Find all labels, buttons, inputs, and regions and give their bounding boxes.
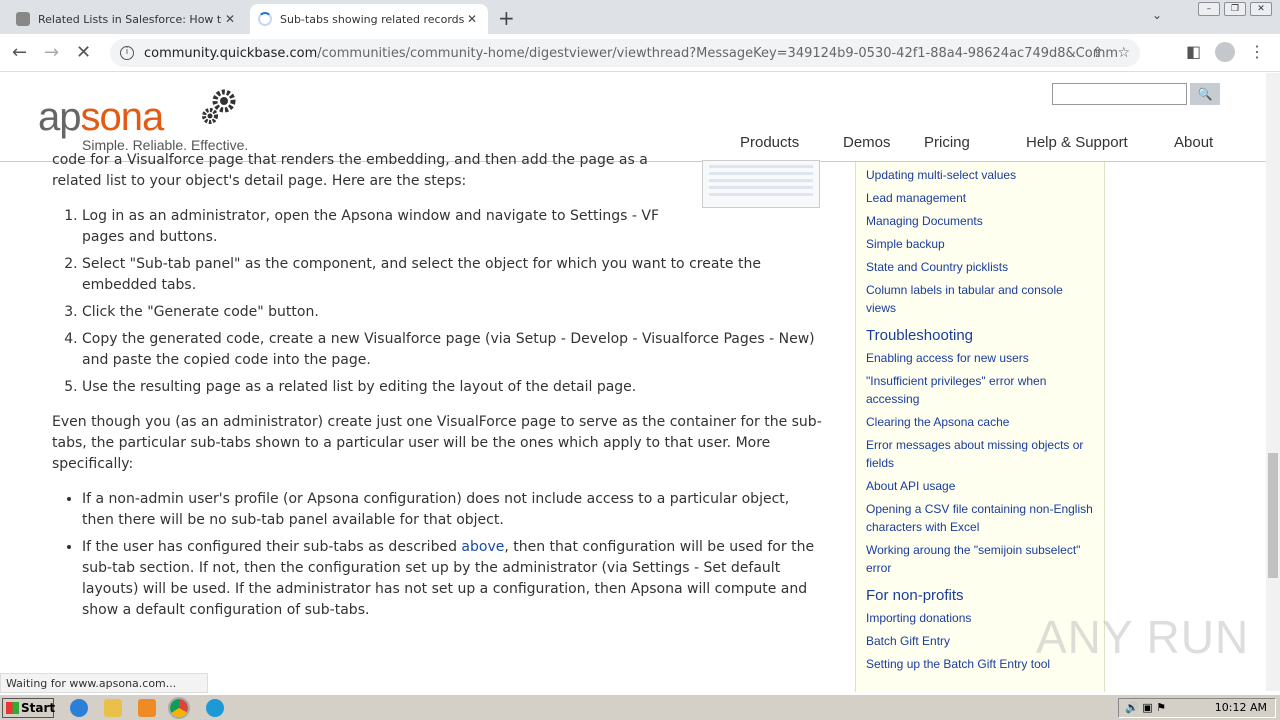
close-tab-icon[interactable]: ✕ [464,12,480,26]
window-controls: – ❐ ✕ [1198,2,1272,16]
sidebar-link[interactable]: Column labels in tabular and console vie… [866,281,1094,317]
url-path: /communities/community-home/digestviewer… [317,45,1118,61]
sidebar-link[interactable]: Clearing the Apsona cache [866,413,1094,431]
apsona-logo[interactable]: apsona [38,95,164,140]
page-scrollbar[interactable] [1266,73,1280,691]
sidebar-link[interactable]: Error messages about missing objects or … [866,436,1094,472]
sidebar-link[interactable]: State and Country picklists [866,258,1094,276]
minimize-icon[interactable]: – [1198,2,1220,16]
edge-icon[interactable] [206,699,224,717]
stop-icon[interactable]: ✕ [76,42,91,63]
steps-list: Log in as an administrator, open the Aps… [52,206,822,398]
nav-help-support[interactable]: Help & Support [1026,134,1174,151]
sidebar-link[interactable]: "Insufficient privileges" error when acc… [866,372,1094,408]
sidebar-heading-troubleshooting: Troubleshooting [866,327,974,344]
sidebar-link[interactable]: Managing Documents [866,212,1094,230]
bookmark-star-icon[interactable]: ☆ [1117,45,1130,61]
tab-search-icon[interactable]: ⌄ [1152,8,1162,22]
bullet-item: If a non-admin user's profile (or Apsona… [82,489,822,531]
back-icon[interactable]: ← [12,42,27,63]
close-window-icon[interactable]: ✕ [1250,2,1272,16]
apsona-favicon [16,12,30,26]
browser-toolbar: ← → ✕ i community.quickbase.com /communi… [0,34,1280,72]
sidebar-link[interactable]: Working aroung the "semijoin subselect" … [866,541,1094,577]
nav-products[interactable]: Products [740,134,843,151]
tab-title: Sub-tabs showing related records - / [280,12,464,26]
sidebar-link[interactable]: Simple backup [866,235,1094,253]
intro-paragraph: code for a Visualforce page that renders… [52,152,648,189]
explanation-paragraph: Even though you (as an administrator) cr… [52,414,822,472]
status-bar: Waiting for www.apsona.com... [0,673,208,693]
restore-icon[interactable]: ❐ [1224,2,1246,16]
explorer-icon[interactable] [104,699,122,717]
details-list: If a non-admin user's profile (or Apsona… [52,489,822,621]
site-search-button[interactable]: 🔍 [1190,83,1220,105]
chrome-icon[interactable] [168,697,190,719]
step-item: Copy the generated code, create a new Vi… [82,329,822,371]
nav-demos[interactable]: Demos [843,134,924,151]
ie-icon[interactable] [70,699,88,717]
step-item: Select "Sub-tab panel" as the component,… [82,254,822,296]
tab-related-lists[interactable]: Related Lists in Salesforce: How to S ✕ [8,4,246,34]
browser-tab-bar: Related Lists in Salesforce: How to S ✕ … [0,0,1280,34]
start-button[interactable]: Start [2,698,55,718]
tab-sub-tabs[interactable]: Sub-tabs showing related records - / ✕ [250,4,488,34]
address-bar[interactable]: i community.quickbase.com /communities/c… [110,39,1140,67]
share-icon[interactable]: ⇪ [1092,45,1104,61]
nav-about[interactable]: About [1174,134,1213,151]
profile-avatar-icon[interactable] [1215,42,1236,62]
bullet-item: If the user has configured their sub-tab… [82,537,822,621]
site-info-icon[interactable]: i [120,46,134,60]
menu-kebab-icon[interactable]: ⋮ [1249,42,1265,62]
nav-pricing[interactable]: Pricing [924,134,1026,151]
forward-icon[interactable]: → [44,42,59,63]
main-navigation: Products Demos Pricing Help & Support Ab… [740,134,1213,151]
url-host: community.quickbase.com [144,45,318,61]
windows-taskbar: Start 🔊 ▣ ⚑ 10:12 AM [0,694,1280,720]
sidebar-heading-nonprofits: For non-profits [866,587,964,604]
scrollbar-thumb[interactable] [1268,453,1278,578]
system-tray: 🔊 ▣ ⚑ 10:12 AM [1118,698,1276,718]
site-search-input[interactable] [1052,83,1187,105]
sidebar-link[interactable]: About API usage [866,477,1094,495]
step-item: Log in as an administrator, open the Aps… [82,206,677,248]
article-content: code for a Visualforce page that renders… [52,150,822,635]
step-item: Click the "Generate code" button. [82,302,822,323]
side-panel-icon[interactable]: ◧ [1186,42,1201,62]
loading-spinner-icon [258,12,272,26]
new-tab-icon[interactable]: + [498,6,515,30]
sidebar-link[interactable]: Updating multi-select values [866,166,1094,184]
close-tab-icon[interactable]: ✕ [222,12,238,26]
sidebar-link[interactable]: Opening a CSV file containing non-Englis… [866,500,1094,536]
tab-title: Related Lists in Salesforce: How to S [38,12,222,26]
clock: 10:12 AM [1214,701,1267,714]
step-item: Use the resulting page as a related list… [82,377,822,398]
gears-icon [202,89,236,124]
site-header: apsona Simple. Reliable. Effective. 🔍 Pr… [0,73,1266,162]
windows-logo-icon [6,702,19,714]
sidebar-link[interactable]: Enabling access for new users [866,349,1094,367]
above-link[interactable]: above [461,539,504,555]
media-player-icon[interactable] [138,699,156,717]
sidebar-link[interactable]: Lead management [866,189,1094,207]
tray-icons[interactable]: 🔊 ▣ ⚑ [1119,699,1166,717]
anyrun-watermark: ANY RUN [1036,611,1250,663]
